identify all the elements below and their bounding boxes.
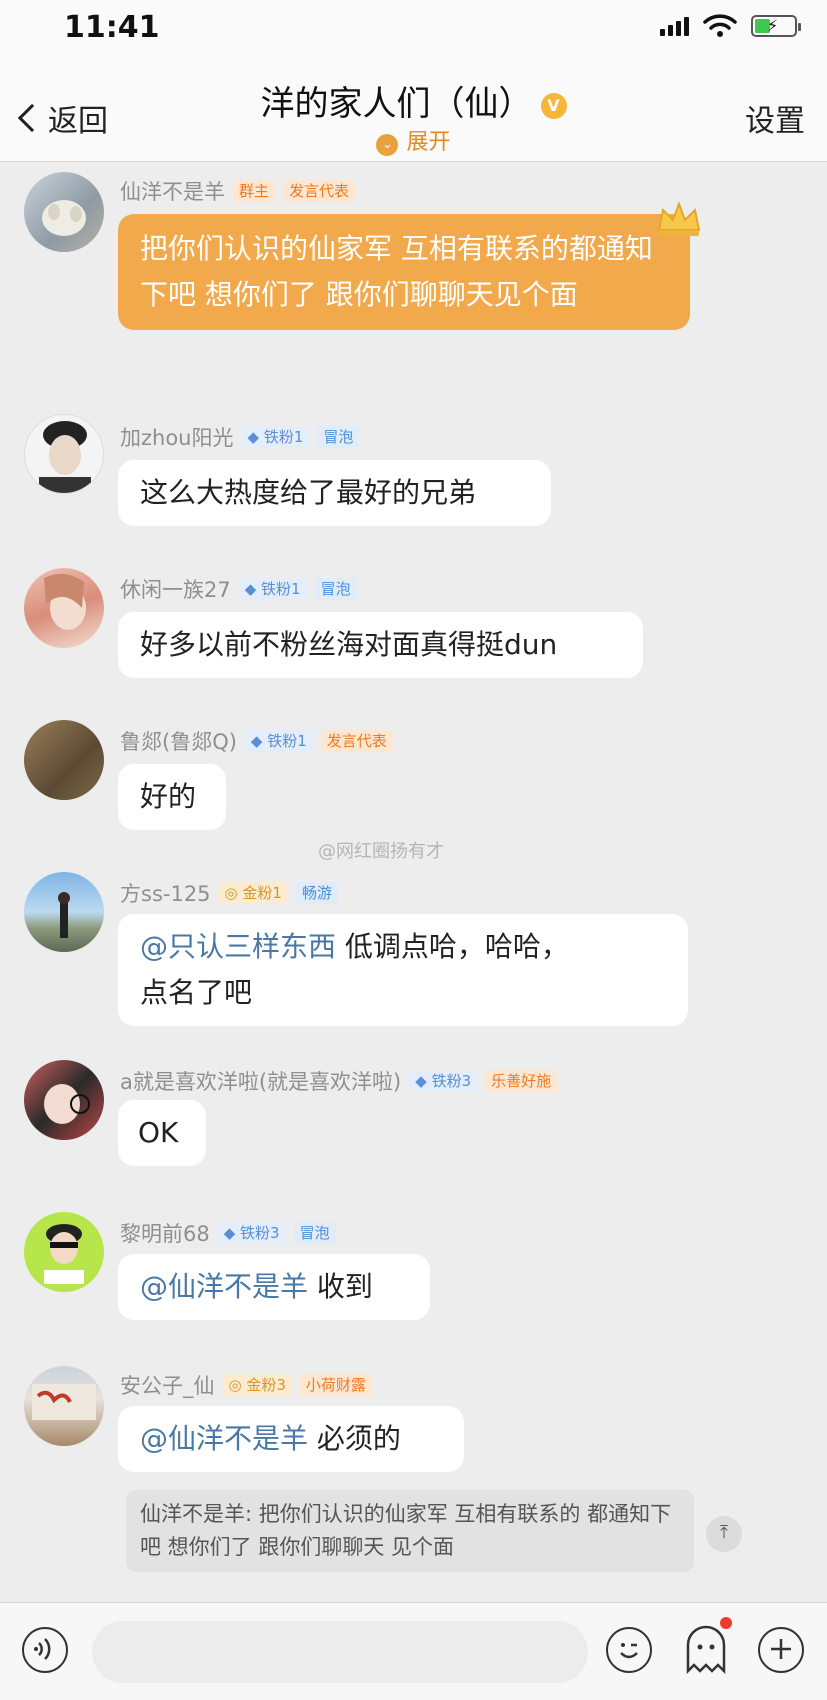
sender-meta: 方ss-125 ◎ 金粉1 畅游	[120, 878, 338, 908]
sender-name[interactable]: 仙洋不是羊	[120, 176, 225, 206]
message-bubble[interactable]: @只认三样东西 低调点哈，哈哈， 点名了吧	[118, 914, 688, 1026]
sender-meta: 加zhou阳光 ◆ 铁粉1 冒泡	[120, 422, 360, 452]
message-input[interactable]	[92, 1621, 588, 1683]
plus-icon[interactable]	[758, 1627, 804, 1673]
message-text: OK	[138, 1116, 179, 1149]
wifi-icon	[703, 14, 737, 37]
vip-icon: V	[540, 93, 567, 119]
sender-name[interactable]: 方ss-125	[120, 878, 211, 908]
notification-dot	[720, 1617, 732, 1629]
fan-level-badge: ◆ 铁粉1	[238, 578, 307, 600]
message-bubble[interactable]: 把你们认识的仙家军 互相有联系的都通知下吧 想你们了 跟你们聊聊天见个面	[118, 214, 690, 330]
message-bubble[interactable]: 好的	[118, 764, 226, 830]
message-bubble[interactable]: OK	[118, 1100, 206, 1166]
sender-meta: 黎明前68 ◆ 铁粉3 冒泡	[120, 1218, 336, 1248]
sender-meta: 安公子_仙 ◎ 金粉3 小荷财露	[120, 1370, 372, 1400]
message-bubble[interactable]: 好多以前不粉丝海对面真得挺dun	[118, 612, 643, 678]
chat-header: 返回 洋的家人们（仙） V ⌄ 展开 设置	[0, 58, 827, 162]
role-badge: 冒泡	[293, 1222, 336, 1244]
avatar[interactable]	[24, 720, 104, 800]
message-bubble[interactable]: 这么大热度给了最好的兄弟	[118, 460, 551, 526]
role-badge: 发言代表	[283, 180, 356, 202]
sender-meta: 休闲一族27 ◆ 铁粉1 冒泡	[120, 574, 357, 604]
message-text: 必须的	[308, 1422, 401, 1455]
avatar[interactable]	[24, 1212, 104, 1292]
sender-name[interactable]: 安公子_仙	[120, 1370, 215, 1400]
page-title: 洋的家人们（仙）	[260, 84, 533, 124]
message-bubble[interactable]: @仙洋不是羊 必须的	[118, 1406, 464, 1472]
sender-name[interactable]: 加zhou阳光	[120, 422, 234, 452]
fan-level-label: 铁粉3	[240, 1224, 280, 1242]
crown-icon	[657, 201, 701, 236]
status-time: 11:41	[64, 10, 160, 45]
avatar[interactable]	[24, 172, 104, 252]
sender-meta: a就是喜欢洋啦(就是喜欢洋啦) ◆ 铁粉3 乐善好施	[120, 1066, 558, 1096]
sender-name[interactable]: 黎明前68	[120, 1218, 210, 1248]
message-text: 这么大热度给了最好的兄弟	[140, 476, 477, 509]
sender-meta: 仙洋不是羊 群主 发言代表	[120, 176, 356, 206]
fan-level-badge: ◆ 铁粉3	[409, 1070, 478, 1092]
fan-level-badge: ◆ 铁粉1	[241, 426, 310, 448]
role-badge: 畅游	[295, 882, 338, 904]
watermark: @网红圈扬有才	[318, 841, 444, 862]
fan-level-badge: ◆ 铁粉3	[217, 1222, 286, 1244]
role-badge: 小荷财露	[299, 1374, 372, 1396]
battery-icon: ⚡	[751, 15, 801, 37]
role-badge: 冒泡	[314, 578, 357, 600]
chevron-down-icon: ⌄	[376, 134, 399, 156]
fan-level-label: 铁粉1	[261, 580, 301, 598]
title-wrap: 洋的家人们（仙） V	[0, 76, 827, 125]
avatar[interactable]	[24, 1366, 104, 1446]
quoted-message[interactable]: 仙洋不是羊: 把你们认识的仙家军 互相有联系的 都通知下吧 想你们了 跟你们聊聊…	[126, 1490, 694, 1572]
quoted-text: 仙洋不是羊: 把你们认识的仙家军 互相有联系的 都通知下吧 想你们了 跟你们聊聊…	[140, 1502, 672, 1559]
message-text-line2: 点名了吧	[140, 976, 253, 1009]
fan-level-label: 铁粉3	[431, 1072, 472, 1090]
voice-icon[interactable]	[22, 1627, 68, 1673]
message-text: 收到	[308, 1270, 373, 1303]
message-bubble[interactable]: @仙洋不是羊 收到	[118, 1254, 430, 1320]
fan-level-label: 金粉3	[246, 1376, 286, 1394]
fan-level-label: 铁粉1	[267, 732, 307, 750]
sender-name[interactable]: 鲁郯(鲁郯Q)	[120, 726, 237, 756]
mention-link[interactable]: @只认三样东西	[140, 930, 336, 963]
fan-level-badge: ◆ 铁粉1	[244, 730, 313, 752]
avatar[interactable]	[24, 872, 104, 952]
avatar[interactable]	[24, 1060, 104, 1140]
sender-name[interactable]: 休闲一族27	[120, 574, 231, 604]
message-text: 把你们认识的仙家军 互相有联系的都通知下吧 想你们了 跟你们聊聊天见个面	[140, 232, 653, 311]
input-bar	[0, 1602, 827, 1700]
avatar[interactable]	[24, 568, 104, 648]
scroll-to-quote-button[interactable]: ⤒	[706, 1516, 742, 1552]
emoji-icon[interactable]	[606, 1627, 652, 1673]
status-bar: 11:41 ⚡	[0, 0, 827, 58]
expand-button[interactable]: ⌄ 展开	[0, 124, 827, 156]
status-icons: ⚡	[660, 14, 801, 38]
role-badge: 乐善好施	[485, 1070, 558, 1092]
message-text: 低调点哈，哈哈，	[336, 930, 569, 963]
fan-level-label: 金粉1	[242, 884, 282, 902]
signal-icon	[660, 16, 689, 36]
mention-link[interactable]: @仙洋不是羊	[140, 1270, 308, 1303]
fan-level-badge: ◎ 金粉1	[218, 882, 288, 904]
sender-meta: 鲁郯(鲁郯Q) ◆ 铁粉1 发言代表	[120, 726, 393, 756]
message-text: 好多以前不粉丝海对面真得挺dun	[140, 628, 558, 661]
settings-button[interactable]: 设置	[745, 96, 805, 140]
ghost-icon[interactable]	[678, 1621, 734, 1681]
expand-label: 展开	[406, 130, 451, 155]
owner-badge: 群主	[233, 180, 276, 202]
mention-link[interactable]: @仙洋不是羊	[140, 1422, 308, 1455]
role-badge: 发言代表	[320, 730, 393, 752]
avatar[interactable]	[24, 414, 104, 494]
fan-level-label: 铁粉1	[263, 428, 304, 446]
fan-level-badge: ◎ 金粉3	[222, 1374, 292, 1396]
sender-name[interactable]: a就是喜欢洋啦(就是喜欢洋啦)	[120, 1066, 401, 1096]
arrow-up-icon: ⤒	[720, 1522, 728, 1543]
message-text: 好的	[140, 780, 197, 813]
role-badge: 冒泡	[317, 426, 360, 448]
